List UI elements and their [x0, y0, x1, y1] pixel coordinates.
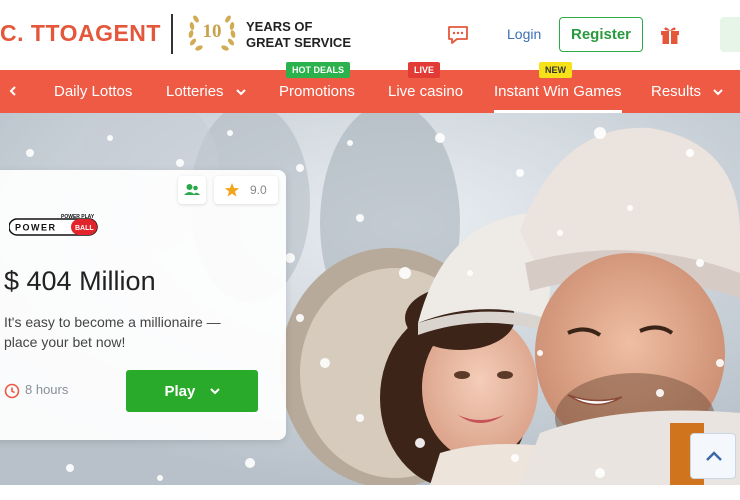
- nav-item-daily-lottos[interactable]: Daily Lottos: [54, 70, 132, 113]
- nav-item-label: Results: [651, 83, 702, 100]
- lottery-card: 9.0 POWER PLAY POWER BALL $ 404 Million …: [0, 170, 286, 440]
- gift-icon: [661, 27, 679, 44]
- main-nav: Daily Lottos Lotteries HOT DEALS Promoti…: [0, 62, 740, 113]
- login-link[interactable]: Login: [507, 26, 541, 42]
- chevron-down-icon: [236, 88, 246, 95]
- gift-button[interactable]: [659, 23, 681, 45]
- star-icon: [224, 183, 240, 197]
- nav-item-instant-win-games[interactable]: NEW Instant Win Games: [494, 62, 622, 113]
- chevron-up-icon: [706, 451, 722, 461]
- chevron-left-icon: [9, 86, 16, 96]
- nav-item-promotions[interactable]: HOT DEALS Promotions: [279, 62, 355, 113]
- years-line-2: GREAT SERVICE: [246, 35, 351, 50]
- scroll-to-top-button[interactable]: [690, 433, 736, 479]
- page: C. TTOAGENT 10 YEARS OF GREAT SERVICE Lo…: [0, 0, 740, 500]
- years-of-service: YEARS OF GREAT SERVICE: [246, 19, 351, 51]
- logo-divider: [171, 14, 173, 54]
- anniversary-badge: 10: [184, 12, 240, 56]
- powerball-logo-right-text: BALL: [75, 225, 94, 232]
- years-line-1: YEARS OF: [246, 19, 313, 34]
- players-button[interactable]: [178, 176, 206, 204]
- draw-countdown-value: 8 hours: [25, 382, 69, 397]
- play-button-label: Play: [164, 382, 196, 400]
- nav-item-lotteries[interactable]: Lotteries: [166, 70, 246, 113]
- hero-banner: 9.0 POWER PLAY POWER BALL $ 404 Million …: [0, 113, 740, 485]
- nav-item-label: Instant Win Games: [494, 83, 622, 100]
- play-button[interactable]: Play: [126, 370, 258, 412]
- nav-item-label: Daily Lottos: [54, 83, 133, 100]
- chat-button[interactable]: [446, 24, 470, 46]
- users-icon: [184, 184, 200, 195]
- rating-badge: 9.0: [214, 176, 278, 204]
- nav-scroll-left[interactable]: [8, 70, 18, 113]
- nav-item-live-casino[interactable]: LIVE Live casino: [388, 62, 464, 113]
- register-button[interactable]: Register: [559, 17, 643, 52]
- jackpot-amount: $ 404 Million: [4, 266, 156, 296]
- powerball-logo-left-text: POWER: [15, 223, 57, 233]
- draw-countdown: 8 hours: [4, 382, 68, 399]
- new-badge: NEW: [539, 62, 572, 78]
- bottom-strip: [0, 485, 740, 500]
- chevron-down-icon: [209, 388, 220, 395]
- nav-item-label: Live casino: [388, 83, 464, 100]
- nav-item-results[interactable]: Results: [651, 70, 723, 113]
- hot-deals-badge: HOT DEALS: [286, 62, 351, 78]
- site-logo[interactable]: C. TTOAGENT: [0, 20, 161, 47]
- chevron-down-icon: [713, 88, 723, 95]
- chat-icon: [448, 26, 468, 44]
- clock-icon: [4, 383, 20, 398]
- header-edge-button[interactable]: [720, 17, 740, 52]
- nav-item-label: Lotteries: [166, 83, 224, 100]
- rating-value: 9.0: [250, 183, 267, 197]
- anniversary-number: 10: [202, 21, 222, 42]
- card-description: It's easy to become a millionaire — plac…: [4, 314, 221, 350]
- powerball-logo: POWER PLAY POWER BALL: [8, 214, 99, 236]
- powerball-logo-top-text: POWER PLAY: [61, 214, 95, 220]
- nav-item-label: Promotions: [279, 83, 355, 100]
- site-header: C. TTOAGENT 10 YEARS OF GREAT SERVICE Lo…: [0, 0, 740, 70]
- live-badge: LIVE: [408, 62, 441, 78]
